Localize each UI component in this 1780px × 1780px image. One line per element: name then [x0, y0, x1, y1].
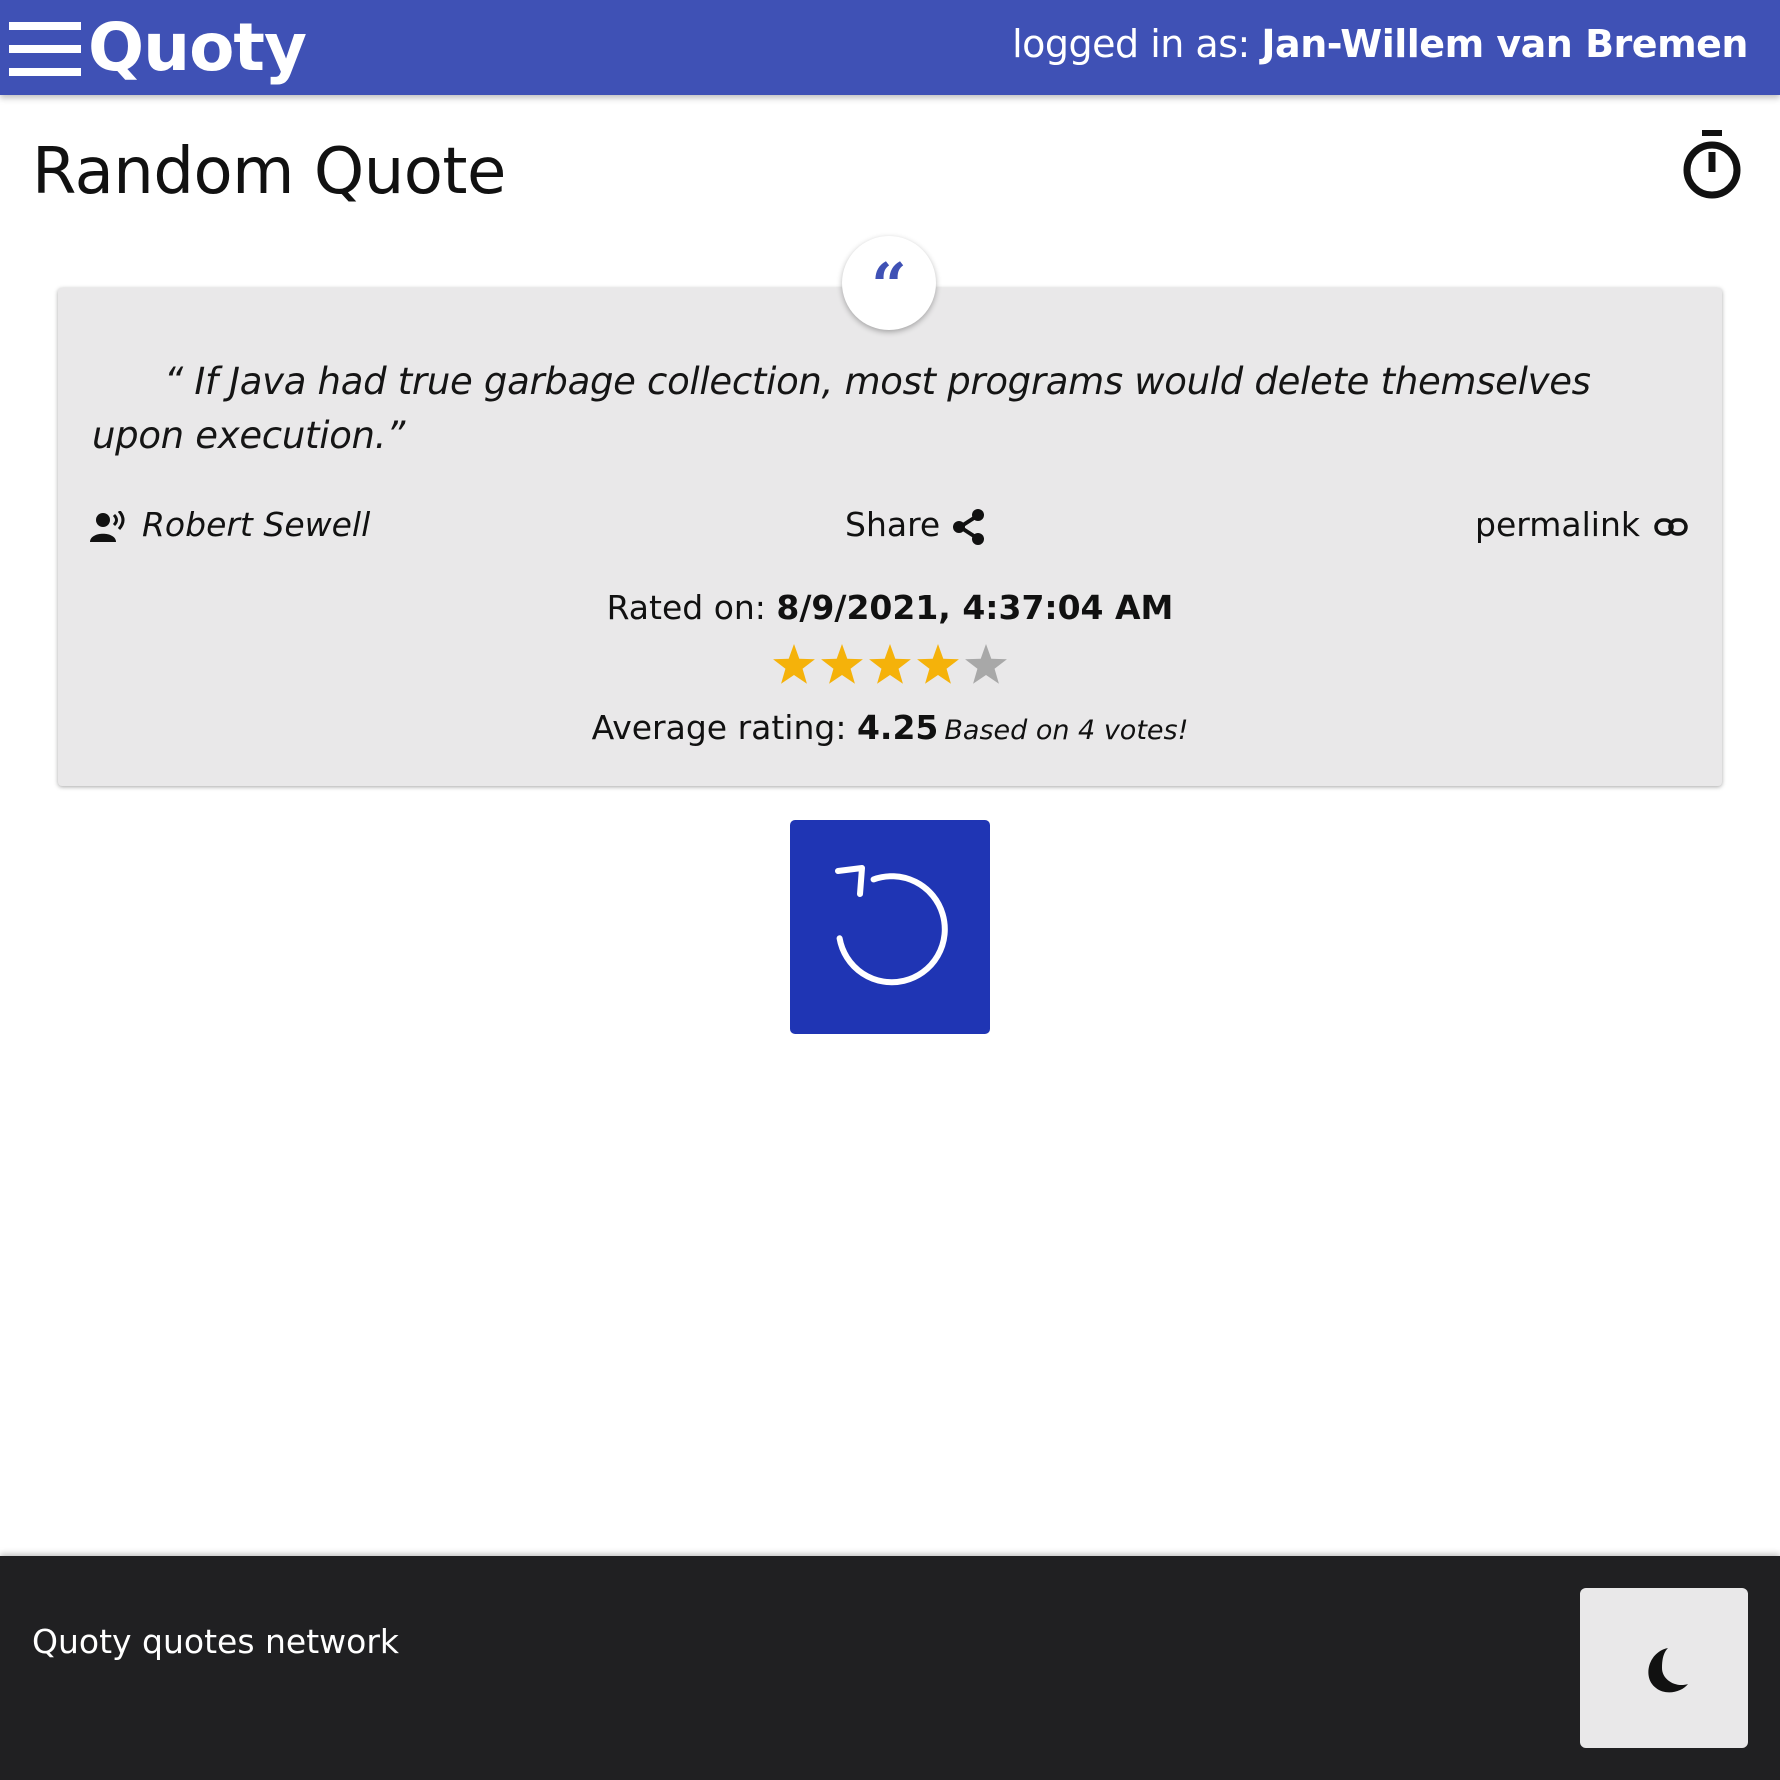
star-4-icon[interactable] [917, 644, 959, 684]
average-value: 4.25 [856, 708, 939, 747]
permalink-button[interactable]: permalink [1475, 505, 1688, 544]
average-rating: Average rating: 4.25 Based on 4 votes! [0, 708, 1780, 747]
author-name: Robert Sewell [142, 505, 371, 544]
refresh-button[interactable] [790, 820, 990, 1034]
share-label: Share [845, 505, 941, 544]
footer-text: Quoty quotes network [32, 1622, 400, 1661]
app-header: Quoty logged in as: Jan-Willem van Breme… [0, 0, 1780, 95]
link-icon [1654, 517, 1688, 536]
quote-mark-icon: “ [871, 249, 907, 322]
page-title: Random Quote [32, 135, 506, 209]
quote-author[interactable]: Robert Sewell [90, 505, 370, 544]
star-1-icon[interactable] [773, 644, 815, 684]
votes-count: Based on 4 votes! [944, 715, 1189, 746]
app-logo[interactable]: Quoty [88, 4, 307, 92]
timer-icon[interactable] [1680, 128, 1744, 200]
login-status: logged in as: Jan-Willem van Bremen [1012, 22, 1748, 66]
app-footer: Quoty quotes network [0, 1556, 1780, 1780]
average-prefix: Average rating: [591, 708, 857, 747]
quote-text: “ If Java had true garbage collection, m… [92, 360, 1591, 457]
star-2-icon[interactable] [821, 644, 863, 684]
moon-icon [1648, 1648, 1688, 1693]
star-3-icon[interactable] [869, 644, 911, 684]
refresh-icon [835, 865, 948, 986]
speaker-person-icon [90, 510, 125, 542]
share-button[interactable]: Share [845, 505, 986, 545]
rated-prefix: Rated on: [606, 588, 777, 627]
rated-on: Rated on: 8/9/2021, 4:37:04 AM [0, 588, 1780, 627]
username: Jan-Willem van Bremen [1261, 22, 1748, 66]
login-prefix: logged in as: [1012, 22, 1262, 66]
rated-date: 8/9/2021, 4:37:04 AM [776, 588, 1174, 627]
permalink-label: permalink [1475, 505, 1640, 544]
quote-badge: “ [842, 236, 936, 330]
hamburger-menu-icon[interactable] [9, 22, 81, 76]
share-icon [953, 508, 985, 545]
theme-toggle-button[interactable] [1580, 1588, 1748, 1748]
star-rating[interactable] [770, 640, 1010, 690]
star-5-icon[interactable] [965, 644, 1007, 684]
